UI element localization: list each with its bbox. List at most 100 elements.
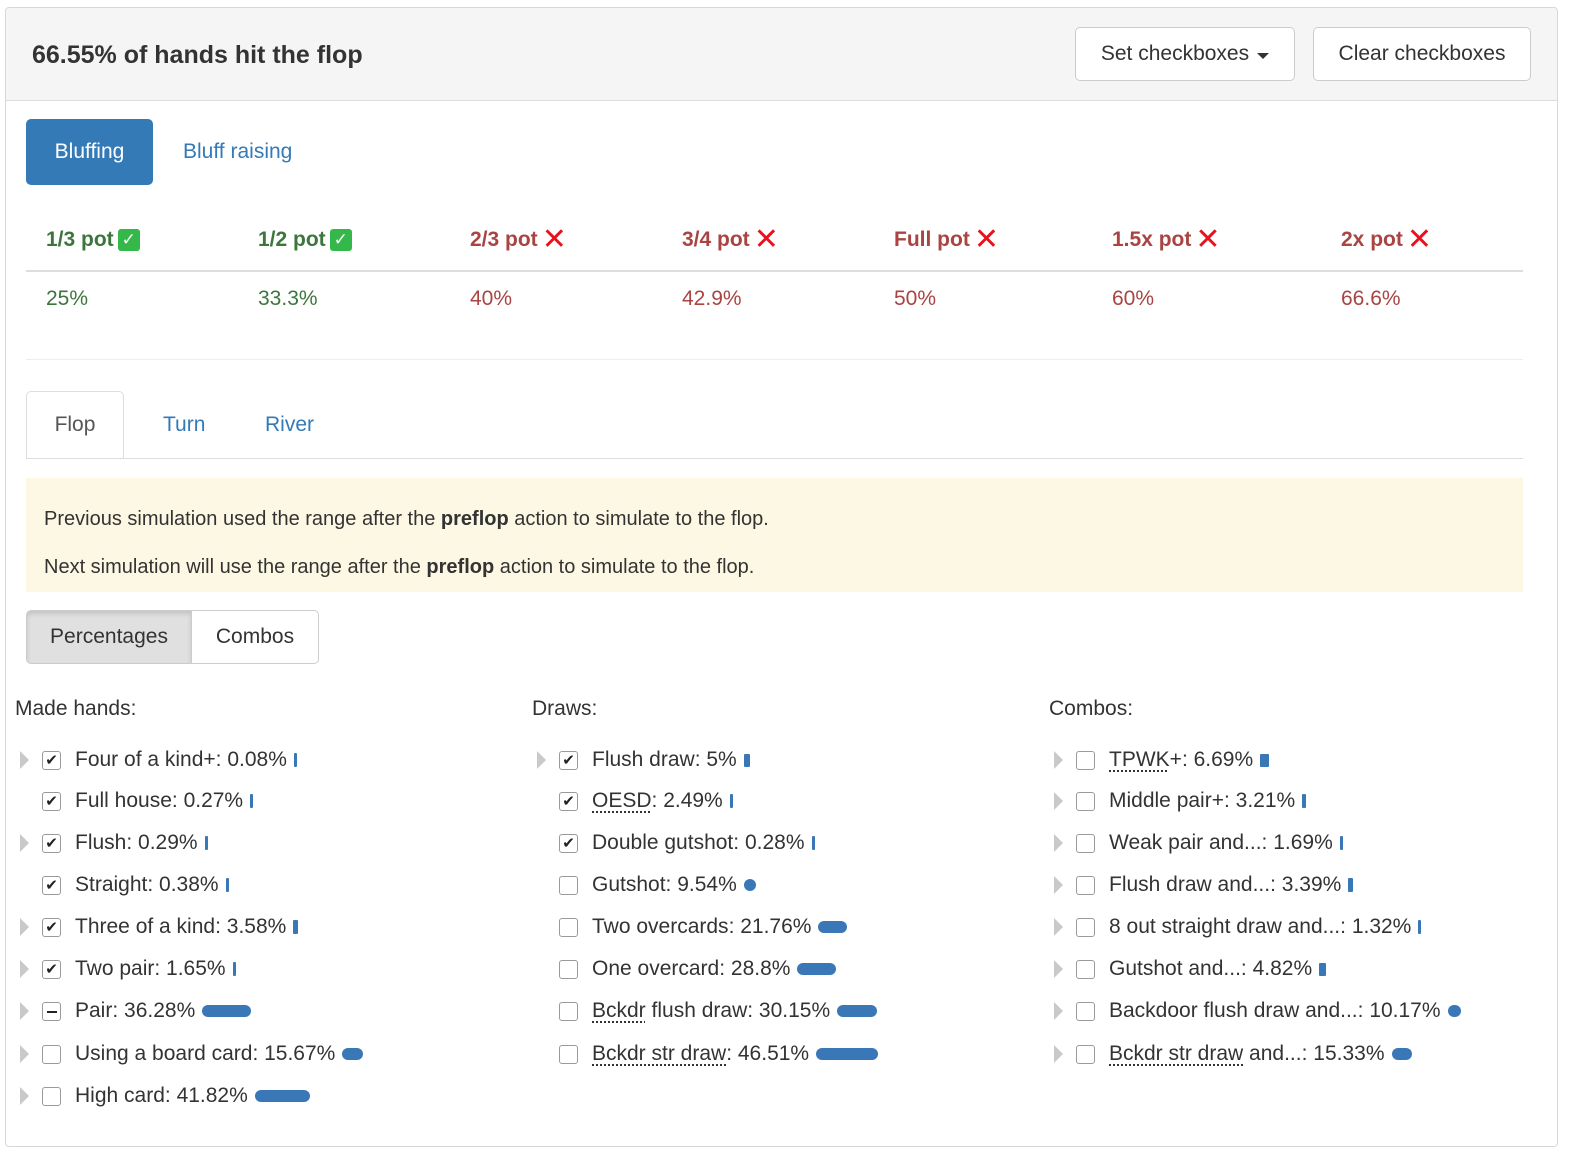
expand-arrow-icon[interactable] — [1054, 918, 1063, 936]
alert-line-next: Next simulation will use the range after… — [44, 556, 754, 579]
separator: : — [126, 831, 139, 854]
expand-arrow-icon[interactable] — [1054, 1002, 1063, 1020]
category-item[interactable]: OESD: 2.49% — [592, 789, 734, 813]
percentages-button[interactable]: Percentages — [26, 610, 192, 664]
category-checkbox[interactable] — [1076, 1045, 1095, 1064]
category-checkbox[interactable] — [1076, 960, 1095, 979]
category-item[interactable]: Pair: 36.28% — [75, 999, 251, 1023]
expand-arrow-icon[interactable] — [1054, 960, 1063, 978]
category-percentage: 3.58% — [226, 915, 287, 938]
combos-button[interactable]: Combos — [192, 610, 319, 664]
category-checkbox[interactable] — [1076, 918, 1095, 937]
category-name: Middle pair+ — [1109, 789, 1224, 812]
category-checkbox[interactable] — [42, 1045, 61, 1064]
expand-arrow-icon[interactable] — [1054, 834, 1063, 852]
expand-arrow-icon[interactable] — [1054, 1045, 1063, 1063]
category-item[interactable]: Double gutshot: 0.28% — [592, 831, 815, 855]
clear-checkboxes-button[interactable]: Clear checkboxes — [1313, 27, 1531, 81]
expand-arrow-icon[interactable] — [20, 1045, 29, 1063]
alert-text: Next simulation will use the range after… — [44, 556, 427, 578]
category-name: Using a board card — [75, 1042, 253, 1065]
category-item[interactable]: Gutshot: 9.54% — [592, 873, 757, 897]
tab-flop[interactable]: Flop — [26, 391, 124, 459]
category-checkbox[interactable] — [1076, 834, 1095, 853]
category-item[interactable]: Weak pair and...: 1.69% — [1109, 831, 1343, 855]
category-checkbox[interactable]: ✔ — [559, 834, 578, 853]
percentage-bar — [204, 836, 208, 850]
tab-river[interactable]: River — [265, 413, 314, 437]
expand-arrow-icon[interactable] — [20, 834, 29, 852]
category-item[interactable]: Bckdr str draw and...: 15.33% — [1109, 1042, 1412, 1066]
category-checkbox[interactable] — [559, 960, 578, 979]
category-percentage: 15.67% — [264, 1042, 336, 1065]
category-item[interactable]: Bckdr str draw: 46.51% — [592, 1042, 878, 1066]
tab-bluffing[interactable]: Bluffing — [26, 119, 153, 185]
expand-arrow-icon[interactable] — [20, 1087, 29, 1105]
category-checkbox[interactable] — [42, 1087, 61, 1106]
category-checkbox[interactable] — [1076, 1002, 1095, 1021]
category-item[interactable]: Backdoor flush draw and...: 10.17% — [1109, 999, 1462, 1023]
category-item[interactable]: Bckdr flush draw: 30.15% — [592, 999, 878, 1023]
category-item[interactable]: 8 out straight draw and...: 1.32% — [1109, 915, 1422, 939]
pot-size-header: 1/3 pot ✓ — [46, 228, 140, 252]
set-checkboxes-button[interactable]: Set checkboxes — [1075, 27, 1295, 81]
expand-arrow-icon[interactable] — [20, 751, 29, 769]
percentage-bar — [342, 1048, 364, 1060]
expand-arrow-icon[interactable] — [1054, 876, 1063, 894]
category-checkbox[interactable] — [559, 1045, 578, 1064]
separator: : — [147, 873, 160, 896]
category-checkbox[interactable] — [1076, 792, 1095, 811]
category-item[interactable]: One overcard: 28.8% — [592, 957, 836, 981]
category-checkbox[interactable]: ✔ — [42, 876, 61, 895]
category-name: Bckdr str draw — [1109, 1042, 1244, 1065]
category-checkbox[interactable] — [559, 1002, 578, 1021]
category-item[interactable]: Using a board card: 15.67% — [75, 1042, 364, 1066]
category-item[interactable]: Flush draw and...: 3.39% — [1109, 873, 1353, 897]
category-checkbox[interactable] — [559, 876, 578, 895]
category-checkbox[interactable]: ✔ — [559, 751, 578, 770]
expand-arrow-icon[interactable] — [1054, 792, 1063, 810]
expand-arrow-icon[interactable] — [20, 1002, 29, 1020]
category-checkbox[interactable]: ✔ — [42, 960, 61, 979]
pot-size-fold-equity: 33.3% — [258, 287, 318, 310]
category-checkbox[interactable]: ✔ — [42, 918, 61, 937]
pot-size-label: 1/2 pot — [258, 228, 326, 251]
category-checkbox[interactable]: ✔ — [42, 751, 61, 770]
percentage-bar — [1447, 1005, 1462, 1017]
category-item[interactable]: Full house: 0.27% — [75, 789, 254, 813]
category-checkbox[interactable] — [1076, 751, 1095, 770]
tab-bluff-raising[interactable]: Bluff raising — [183, 140, 292, 164]
expand-arrow-icon[interactable] — [537, 751, 546, 769]
tab-turn[interactable]: Turn — [163, 413, 205, 437]
category-item[interactable]: Two pair: 1.65% — [75, 957, 236, 981]
expand-arrow-icon[interactable] — [20, 918, 29, 936]
category-checkbox[interactable]: ✔ — [559, 792, 578, 811]
expand-arrow-icon[interactable] — [20, 960, 29, 978]
percentage-bar — [743, 879, 757, 891]
category-item[interactable]: Gutshot and...: 4.82% — [1109, 957, 1326, 981]
category-item[interactable]: Straight: 0.38% — [75, 873, 229, 897]
separator: : — [154, 957, 167, 980]
category-item[interactable]: Middle pair+: 3.21% — [1109, 789, 1307, 813]
category-name: Four of a kind+ — [75, 748, 216, 771]
separator: : — [1223, 789, 1236, 812]
category-item[interactable]: Flush: 0.29% — [75, 831, 208, 855]
expand-arrow-icon[interactable] — [1054, 751, 1063, 769]
category-checkbox[interactable] — [559, 918, 578, 937]
percentage-bar — [797, 963, 836, 975]
category-percentage: 3.39% — [1281, 873, 1342, 896]
separator: : — [215, 748, 228, 771]
category-item[interactable]: Flush draw: 5% — [592, 748, 751, 772]
percentage-bar — [1391, 1048, 1412, 1060]
category-checkbox[interactable]: ✔ — [42, 834, 61, 853]
pot-size-header: Full pot ✕ — [894, 225, 999, 255]
category-item[interactable]: Two overcards: 21.76% — [592, 915, 848, 939]
category-item[interactable]: Four of a kind+: 0.08% — [75, 748, 297, 772]
category-checkbox[interactable]: ✔ — [42, 792, 61, 811]
category-item[interactable]: Three of a kind: 3.58% — [75, 915, 299, 939]
category-checkbox[interactable] — [42, 1002, 61, 1021]
category-checkbox[interactable] — [1076, 876, 1095, 895]
category-percentage: 1.65% — [166, 957, 226, 980]
category-item[interactable]: High card: 41.82% — [75, 1084, 311, 1108]
category-item[interactable]: TPWK +: 6.69% — [1109, 748, 1270, 772]
